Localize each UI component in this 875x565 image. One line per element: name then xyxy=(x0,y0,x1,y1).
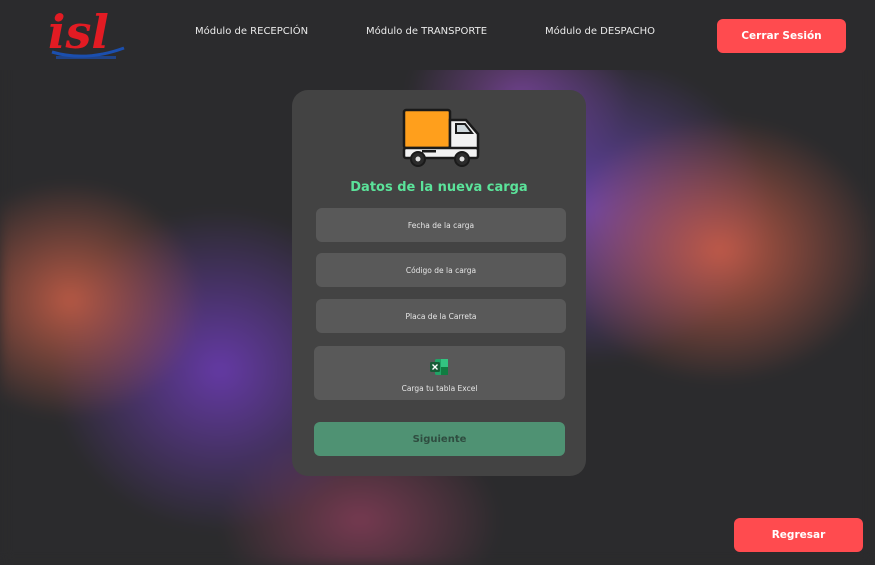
next-button[interactable]: Siguiente xyxy=(314,422,565,456)
nav-link-dispatch[interactable]: Módulo de DESPACHO xyxy=(545,26,655,37)
new-load-form-card: Datos de la nueva carga Fecha de la carg… xyxy=(292,90,586,476)
logout-button[interactable]: Cerrar Sesión xyxy=(717,19,846,53)
back-button[interactable]: Regresar xyxy=(734,518,863,552)
logo-text: isl xyxy=(48,5,109,59)
top-navigation-bar: isl Módulo de RECEPCIÓN Módulo de TRANSP… xyxy=(0,0,875,70)
excel-upload-label: Carga tu tabla Excel xyxy=(401,384,478,393)
nav-link-reception[interactable]: Módulo de RECEPCIÓN xyxy=(195,26,308,37)
load-date-field[interactable]: Fecha de la carga xyxy=(316,208,566,242)
excel-upload-button[interactable]: Carga tu tabla Excel xyxy=(314,346,565,400)
nav-link-transport[interactable]: Módulo de TRANSPORTE xyxy=(366,26,487,37)
form-title: Datos de la nueva carga xyxy=(350,180,528,195)
trailer-plate-field[interactable]: Placa de la Carreta xyxy=(316,299,566,333)
isl-logo[interactable]: isl xyxy=(46,4,126,62)
load-code-field[interactable]: Código de la carga xyxy=(316,253,566,287)
excel-icon xyxy=(430,359,448,375)
truck-icon xyxy=(402,108,480,167)
